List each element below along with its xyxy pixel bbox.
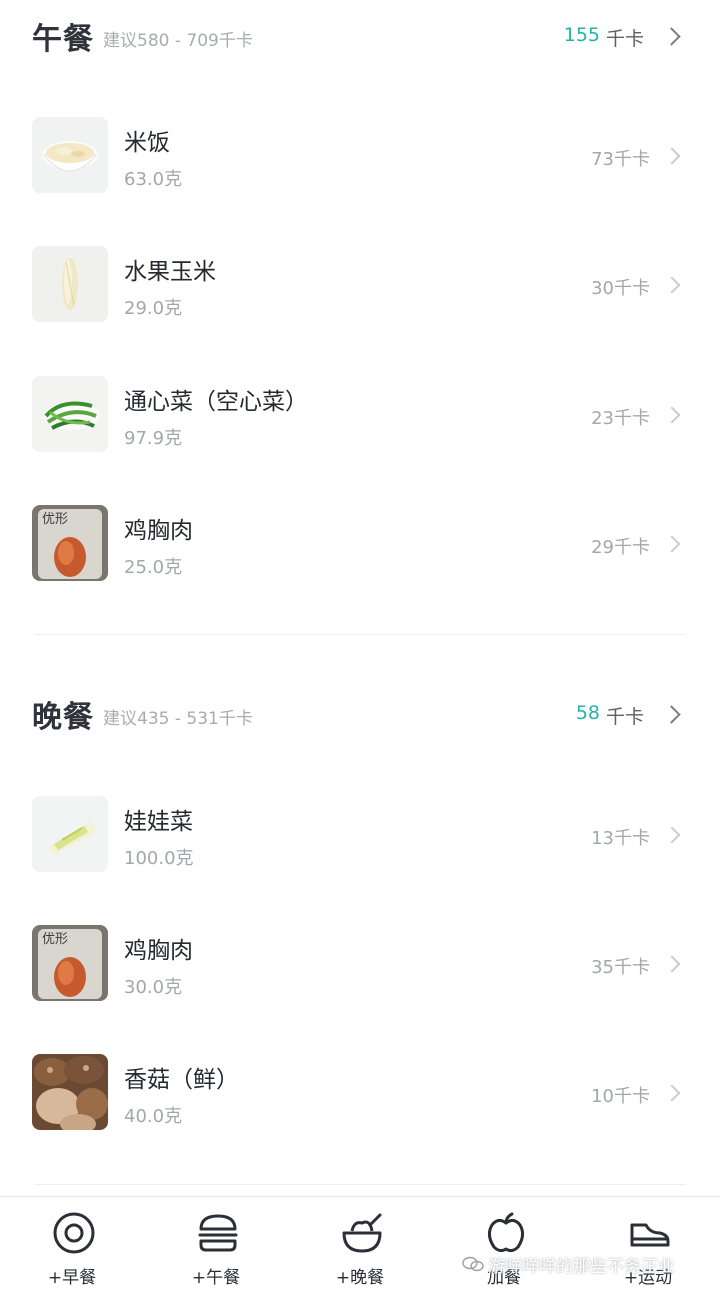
chevron-right-icon [663, 535, 681, 553]
food-item[interactable]: 香菇（鲜） 40.0克 10千卡 [0, 1054, 720, 1154]
chevron-right-icon[interactable] [662, 27, 681, 46]
chevron-right-icon [663, 955, 681, 973]
food-weight: 25.0克 [124, 557, 183, 578]
food-name: 鸡胸肉 [124, 938, 193, 964]
cabbage-icon [32, 796, 108, 872]
tab-label: +午餐 [191, 1268, 241, 1288]
chevron-right-icon [663, 1084, 681, 1102]
food-name: 香菇（鲜） [124, 1067, 239, 1093]
wechat-icon [462, 1256, 484, 1272]
sneaker-icon [630, 1223, 670, 1247]
burger-icon [198, 1214, 238, 1252]
food-weight: 29.0克 [124, 298, 183, 319]
food-name: 通心菜（空心菜） [124, 389, 308, 415]
food-kcal: 30千卡 [591, 278, 650, 299]
greens-icon [32, 376, 108, 452]
tab-label: +晚餐 [335, 1268, 385, 1288]
food-kcal: 23千卡 [591, 408, 650, 429]
dinner-kcal-unit: 千卡 [605, 706, 644, 728]
chicken-pack-icon: 优形 [32, 925, 108, 1001]
food-item[interactable]: 优形 鸡胸肉 25.0克 29千卡 [0, 505, 720, 605]
dinner-kcal: 58 [575, 702, 600, 724]
food-weight: 97.9克 [124, 428, 183, 449]
tab-label: +早餐 [47, 1268, 97, 1288]
pack-label: 优形 [42, 512, 68, 527]
add-dinner-button[interactable]: +晚餐 [300, 1197, 420, 1299]
lunch-suggest: 建议580 - 709千卡 [103, 31, 253, 51]
bottom-tab-bar: +早餐 +午餐 +晚餐 加餐 +运动 [0, 1196, 720, 1299]
food-weight: 100.0克 [124, 848, 194, 869]
food-item[interactable]: 米饭 63.0克 73千卡 [0, 117, 720, 217]
chicken-pack-icon: 优形 [32, 505, 108, 581]
food-item[interactable]: 水果玉米 29.0克 30千卡 [0, 246, 720, 346]
food-kcal: 13千卡 [591, 828, 650, 849]
lunch-kcal-unit: 千卡 [605, 28, 644, 50]
lunch-kcal: 155 [563, 24, 600, 46]
food-kcal: 35千卡 [591, 957, 650, 978]
add-snack-button[interactable]: 加餐 [444, 1197, 564, 1299]
chevron-right-icon [663, 826, 681, 844]
lunch-header[interactable]: 午餐 建议580 - 709千卡 155 千卡 [0, 0, 720, 72]
food-name: 水果玉米 [124, 259, 216, 285]
section-divider [34, 634, 686, 635]
section-divider [34, 1184, 686, 1185]
food-name: 鸡胸肉 [124, 518, 193, 544]
add-exercise-button[interactable]: +运动 [588, 1197, 708, 1299]
add-breakfast-button[interactable]: +早餐 [12, 1197, 132, 1299]
add-lunch-button[interactable]: +午餐 [156, 1197, 276, 1299]
lunch-title: 午餐 [32, 22, 94, 57]
food-kcal: 73千卡 [591, 149, 650, 170]
dinner-header[interactable]: 晚餐 建议435 - 531千卡 58 千卡 [0, 678, 720, 750]
chevron-right-icon[interactable] [662, 705, 681, 724]
corn-icon [32, 246, 108, 322]
pack-label: 优形 [42, 932, 68, 947]
food-name: 娃娃菜 [124, 809, 193, 835]
food-name: 米饭 [124, 130, 170, 156]
bowl-icon [342, 1213, 382, 1253]
food-weight: 63.0克 [124, 169, 183, 190]
dinner-title: 晚餐 [32, 700, 94, 735]
food-item[interactable]: 娃娃菜 100.0克 13千卡 [0, 796, 720, 896]
mushroom-icon [32, 1054, 108, 1130]
food-item[interactable]: 通心菜（空心菜） 97.9克 23千卡 [0, 376, 720, 476]
apple-icon [487, 1212, 525, 1253]
dinner-suggest: 建议435 - 531千卡 [103, 709, 253, 729]
food-weight: 30.0克 [124, 977, 183, 998]
chevron-right-icon [663, 276, 681, 294]
food-kcal: 10千卡 [591, 1086, 650, 1107]
rice-bowl-icon [32, 117, 108, 193]
food-item[interactable]: 优形 鸡胸肉 30.0克 35千卡 [0, 925, 720, 1025]
egg-icon [53, 1212, 95, 1254]
chevron-right-icon [663, 406, 681, 424]
watermark-text: 游咩咩咩的那些不务正业 [488, 1257, 675, 1277]
chevron-right-icon [663, 147, 681, 165]
food-weight: 40.0克 [124, 1106, 183, 1127]
food-kcal: 29千卡 [591, 537, 650, 558]
